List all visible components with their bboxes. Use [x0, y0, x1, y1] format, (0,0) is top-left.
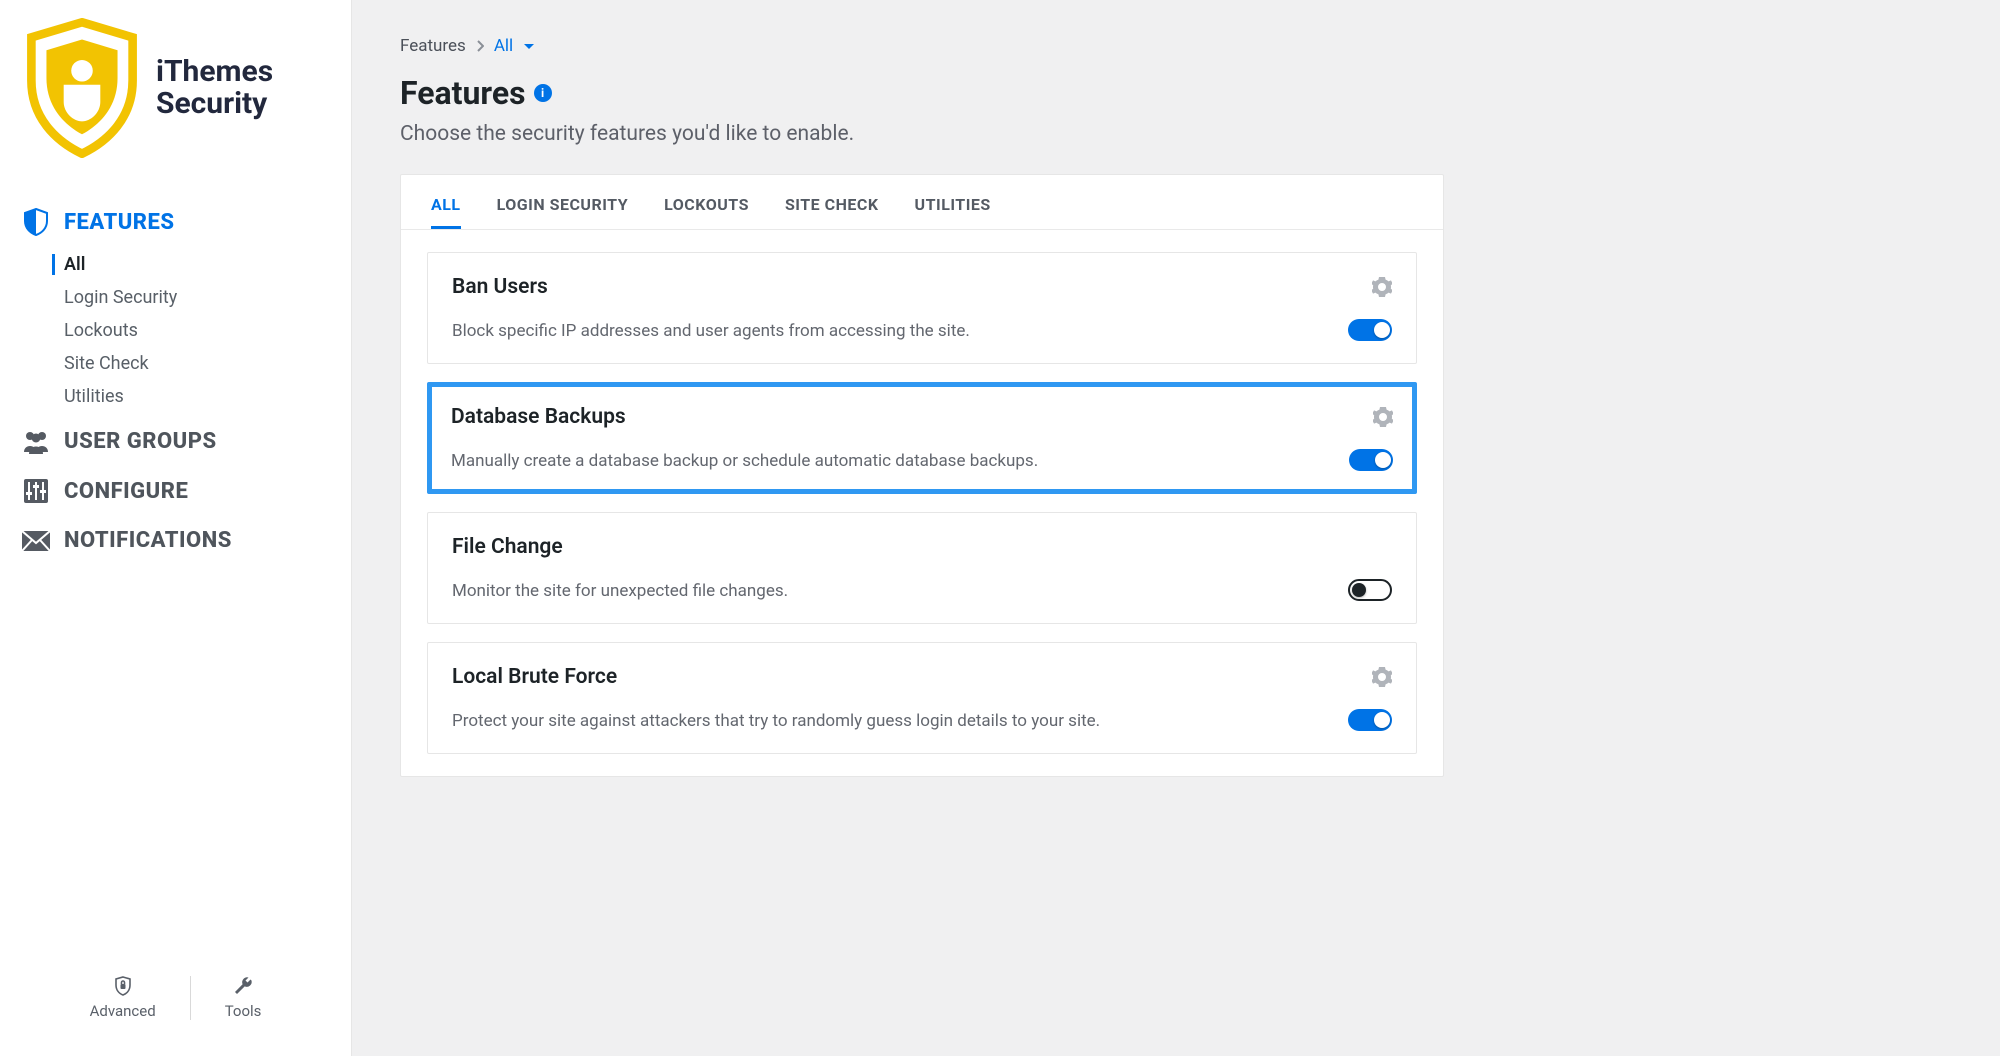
- feature-card-ban-users: Ban Users Block specific IP addresses an…: [427, 252, 1417, 364]
- info-icon[interactable]: i: [534, 84, 552, 102]
- feature-description: Block specific IP addresses and user age…: [452, 321, 1392, 341]
- logo: iThemes Security: [22, 18, 329, 158]
- feature-toggle[interactable]: [1348, 319, 1392, 341]
- breadcrumb-root[interactable]: Features: [400, 36, 466, 56]
- sidebar-item-label: NOTIFICATIONS: [64, 528, 232, 553]
- gear-icon[interactable]: [1372, 667, 1392, 687]
- sidebar-footer: Advanced Tools: [22, 952, 329, 1056]
- wrench-icon: [233, 976, 253, 996]
- footer-tools[interactable]: Tools: [225, 976, 262, 1020]
- feature-toggle[interactable]: [1348, 579, 1392, 601]
- subnav-item-label: Utilities: [64, 386, 124, 407]
- users-icon: [22, 430, 50, 454]
- feature-toggle[interactable]: [1349, 449, 1393, 471]
- tab-lockouts[interactable]: LOCKOUTS: [664, 189, 749, 229]
- tabs: ALL LOGIN SECURITY LOCKOUTS SITE CHECK U…: [401, 175, 1443, 230]
- subnav-item-utilities[interactable]: Utilities: [64, 380, 329, 413]
- nav: FEATURES All Login Security Lockouts Sit…: [22, 196, 329, 565]
- feature-title: File Change: [452, 535, 563, 559]
- breadcrumb: Features All: [400, 36, 1444, 56]
- page-subtitle: Choose the security features you'd like …: [400, 122, 1444, 146]
- subnav-item-label: Site Check: [64, 353, 149, 374]
- shield-logo-icon: [22, 18, 142, 158]
- envelope-icon: [22, 531, 50, 551]
- breadcrumb-current[interactable]: All: [494, 36, 536, 56]
- gear-icon[interactable]: [1373, 407, 1393, 427]
- shield-icon: [22, 208, 50, 236]
- feature-card-file-change: File Change Monitor the site for unexpec…: [427, 512, 1417, 624]
- caret-down-icon: [523, 43, 535, 51]
- page-title: Features i: [400, 74, 1444, 112]
- subnav-item-label: Lockouts: [64, 320, 138, 341]
- feature-title: Ban Users: [452, 275, 548, 299]
- sidebar-item-user-groups[interactable]: USER GROUPS: [22, 417, 329, 466]
- subnav-features: All Login Security Lockouts Site Check U…: [64, 248, 329, 413]
- footer-tools-label: Tools: [225, 1002, 262, 1020]
- sliders-icon: [22, 478, 50, 504]
- subnav-item-site-check[interactable]: Site Check: [64, 347, 329, 380]
- feature-card-local-brute-force: Local Brute Force Protect your site agai…: [427, 642, 1417, 754]
- feature-cards: Ban Users Block specific IP addresses an…: [401, 230, 1443, 776]
- brand-text: iThemes Security: [156, 56, 273, 121]
- features-panel: ALL LOGIN SECURITY LOCKOUTS SITE CHECK U…: [400, 174, 1444, 777]
- subnav-item-label: Login Security: [64, 287, 177, 308]
- brand-line1: iThemes: [156, 56, 273, 88]
- subnav-item-login-security[interactable]: Login Security: [64, 281, 329, 314]
- subnav-item-all[interactable]: All: [64, 248, 329, 281]
- footer-advanced-label: Advanced: [90, 1002, 156, 1020]
- tab-utilities[interactable]: UTILITIES: [915, 189, 991, 229]
- feature-title: Local Brute Force: [452, 665, 617, 689]
- subnav-item-label: All: [64, 254, 85, 275]
- chevron-right-icon: [476, 40, 484, 52]
- gear-icon[interactable]: [1372, 277, 1392, 297]
- feature-toggle[interactable]: [1348, 709, 1392, 731]
- sidebar-item-notifications[interactable]: NOTIFICATIONS: [22, 516, 329, 565]
- sidebar-item-label: USER GROUPS: [64, 429, 217, 454]
- sidebar-item-label: CONFIGURE: [64, 479, 188, 504]
- sidebar: iThemes Security FEATURES All Login Secu…: [0, 0, 352, 1056]
- footer-advanced[interactable]: Advanced: [90, 976, 156, 1020]
- lock-shield-icon: [114, 976, 132, 996]
- tab-all[interactable]: ALL: [431, 189, 461, 229]
- feature-title: Database Backups: [451, 405, 626, 429]
- tab-site-check[interactable]: SITE CHECK: [785, 189, 879, 229]
- feature-card-database-backups: Database Backups Manually create a datab…: [427, 382, 1417, 494]
- sidebar-item-features[interactable]: FEATURES: [22, 196, 329, 248]
- feature-description: Manually create a database backup or sch…: [451, 451, 1393, 471]
- feature-description: Monitor the site for unexpected file cha…: [452, 581, 1392, 601]
- sidebar-item-label: FEATURES: [64, 210, 175, 235]
- feature-description: Protect your site against attackers that…: [452, 711, 1392, 731]
- brand-line2: Security: [156, 88, 273, 120]
- tab-login-security[interactable]: LOGIN SECURITY: [497, 189, 629, 229]
- sidebar-item-configure[interactable]: CONFIGURE: [22, 466, 329, 516]
- main-content: Features All Features i Choose the secur…: [352, 0, 1492, 1056]
- subnav-item-lockouts[interactable]: Lockouts: [64, 314, 329, 347]
